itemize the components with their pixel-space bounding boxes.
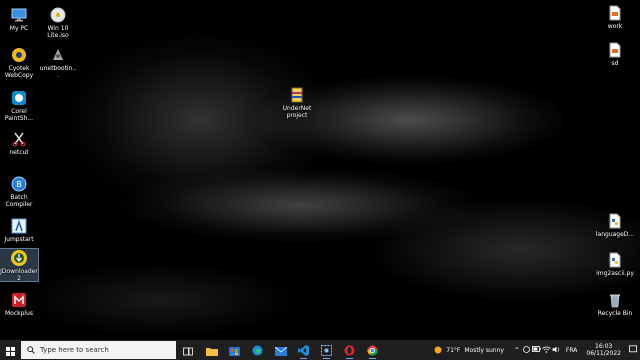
- network-button[interactable]: [542, 340, 552, 360]
- desktop: My PC Cyotek WebCopy Corel PaintSh... ne…: [0, 0, 640, 340]
- desktop-icon-netcut[interactable]: netcut: [0, 130, 38, 156]
- wifi-icon: [542, 346, 552, 355]
- desktop-icon-label: netcut: [9, 149, 29, 156]
- store-icon: [229, 341, 240, 360]
- desktop-icon-recycle-bin[interactable]: Recycle Bin: [594, 291, 636, 317]
- desktop-icon-label: JDownloader 2: [0, 268, 38, 282]
- search-placeholder: Type here to search: [40, 346, 109, 354]
- python-file-icon: [606, 212, 624, 230]
- svg-text:B: B: [16, 180, 22, 189]
- chrome-icon: [367, 341, 378, 360]
- desktop-icon-jumpstart[interactable]: Jumpstart: [0, 217, 38, 243]
- desktop-icon-label: UnderNet project: [282, 105, 312, 119]
- sun-icon: [433, 345, 443, 355]
- taskbar: Type here to search 71°F Mostly sunny ^: [0, 340, 640, 360]
- jdownloader-icon: [10, 249, 28, 267]
- battery-button[interactable]: [532, 340, 542, 360]
- taskbar-chrome[interactable]: [361, 340, 384, 360]
- system-tray: 71°F Mostly sunny ^ FRA 16:03 06/11/2022: [433, 340, 640, 360]
- desktop-icon-label: Batch Compiler: [5, 194, 33, 208]
- desktop-icon-win10-lite-iso[interactable]: Win 10 Lite.iso: [39, 6, 77, 39]
- unetbootin-icon: [49, 46, 67, 64]
- notifications-button[interactable]: [626, 340, 640, 360]
- jumpstart-icon: [10, 217, 28, 235]
- taskbar-file-explorer[interactable]: [200, 340, 223, 360]
- taskbar-mail[interactable]: [269, 340, 292, 360]
- start-button[interactable]: [0, 340, 20, 360]
- weather-widget[interactable]: 71°F Mostly sunny: [433, 340, 504, 360]
- vscode-icon: [298, 341, 309, 360]
- speaker-icon: [552, 346, 561, 355]
- battery-icon: [532, 346, 542, 354]
- batch-compiler-icon: B: [10, 175, 28, 193]
- desktop-icon-label: Corel PaintSh...: [4, 108, 34, 122]
- taskbar-store[interactable]: [223, 340, 246, 360]
- mail-icon: [274, 341, 287, 360]
- tray-app-icon: [523, 345, 531, 355]
- disc-image-icon: [49, 6, 67, 24]
- weather-condition: Mostly sunny: [464, 346, 504, 354]
- clock-date: 06/11/2022: [586, 350, 621, 357]
- desktop-icon-mockplus[interactable]: Mockplus: [0, 291, 38, 317]
- clock-time: 16:03: [595, 343, 613, 350]
- desktop-icon-label: img2ascii.py: [596, 270, 634, 277]
- volume-button[interactable]: [552, 340, 562, 360]
- show-hidden-icons-button[interactable]: ^: [512, 340, 522, 360]
- desktop-icon-unetbootin[interactable]: unetbootin...: [39, 46, 77, 79]
- desktop-icon-sd[interactable]: sd: [596, 41, 634, 67]
- recycle-bin-icon: [606, 291, 624, 309]
- desktop-icon-jdownloader[interactable]: JDownloader 2: [0, 248, 39, 282]
- desktop-icon-batch-compiler[interactable]: B Batch Compiler: [0, 175, 38, 208]
- scissors-icon: [10, 130, 28, 148]
- paintshop-icon: [10, 89, 28, 107]
- desktop-icon-img2ascii[interactable]: img2ascii.py: [594, 251, 636, 277]
- desktop-icon-label: unetbootin...: [39, 65, 77, 79]
- desktop-icon-undernet-project[interactable]: UnderNet project: [278, 86, 316, 119]
- tray-app-button[interactable]: [522, 340, 532, 360]
- desktop-icon-cyotek-webcopy[interactable]: Cyotek WebCopy: [0, 46, 38, 79]
- winrar-archive-icon: [288, 86, 306, 104]
- desktop-icon-label: languageD...: [595, 231, 635, 238]
- taskbar-snipping-tool[interactable]: [315, 340, 338, 360]
- desktop-icon-my-pc[interactable]: My PC: [0, 6, 38, 32]
- snipping-tool-icon: [321, 341, 332, 360]
- task-view-button[interactable]: [176, 340, 200, 360]
- taskbar-opera[interactable]: [338, 340, 361, 360]
- python-file-icon: [606, 251, 624, 269]
- clock[interactable]: 16:03 06/11/2022: [581, 343, 626, 357]
- desktop-icon-label: Cyotek WebCopy: [4, 65, 34, 79]
- desktop-icon-label: Mockplus: [4, 310, 34, 317]
- opera-icon: [344, 341, 355, 360]
- desktop-icon-label: Win 10 Lite.iso: [47, 25, 69, 39]
- desktop-icon-label: Recycle Bin: [597, 310, 633, 317]
- chevron-up-icon: ^: [514, 346, 520, 354]
- language-indicator[interactable]: FRA: [562, 347, 581, 354]
- desktop-icon-label: sd: [611, 60, 619, 67]
- webcopy-icon: [10, 46, 28, 64]
- desktop-icon-corel-paintshop[interactable]: Corel PaintSh...: [0, 89, 38, 122]
- computer-icon: [10, 6, 28, 24]
- weather-temperature: 71°F: [446, 346, 461, 354]
- taskbar-search-box[interactable]: Type here to search: [21, 341, 176, 359]
- mockplus-icon: [10, 291, 28, 309]
- taskbar-vscode[interactable]: [292, 340, 315, 360]
- document-icon: [606, 4, 624, 22]
- desktop-icon-label: work: [607, 23, 623, 30]
- desktop-icon-languaged[interactable]: languageD...: [594, 212, 636, 238]
- desktop-icon-label: Jumpstart: [4, 236, 34, 243]
- file-explorer-icon: [205, 341, 218, 360]
- document-icon: [606, 41, 624, 59]
- task-view-icon: [183, 341, 193, 360]
- search-icon: [27, 346, 35, 354]
- notification-icon: [629, 345, 637, 355]
- taskbar-edge[interactable]: [246, 340, 269, 360]
- edge-icon: [252, 341, 263, 360]
- desktop-icon-label: My PC: [9, 25, 29, 32]
- desktop-icon-work[interactable]: work: [596, 4, 634, 30]
- windows-logo-icon: [5, 341, 15, 360]
